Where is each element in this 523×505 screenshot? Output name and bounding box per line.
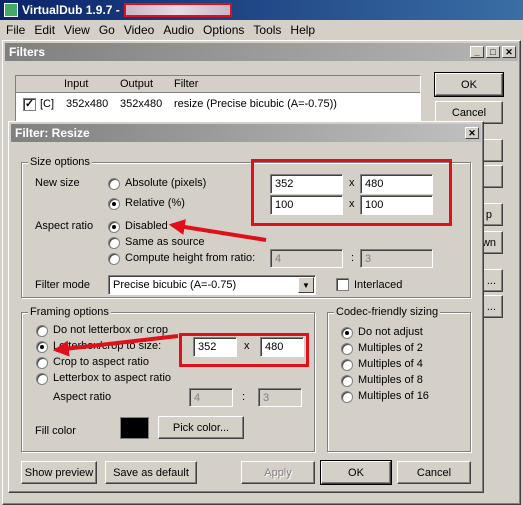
codec-option-radio[interactable] — [341, 391, 353, 403]
menu-file[interactable]: File — [6, 23, 25, 37]
disabled-label[interactable]: Disabled — [125, 220, 168, 232]
filter-output-size: 352x480 — [120, 98, 163, 110]
disabled-radio[interactable] — [108, 221, 120, 233]
interlaced-label[interactable]: Interlaced — [354, 279, 402, 291]
fill-color-swatch[interactable] — [120, 417, 149, 439]
relative-radio[interactable] — [108, 198, 120, 210]
relative-label[interactable]: Relative (%) — [125, 197, 185, 209]
filters-title: Filters — [9, 45, 46, 59]
filter-name: resize (Precise bicubic (A=-0.75)) — [174, 98, 337, 110]
ratio-a-field[interactable]: 4 — [270, 249, 343, 268]
absolute-radio[interactable] — [108, 178, 120, 190]
codec-sizing-group: Codec-friendly sizing Do not adjust Mult… — [327, 306, 471, 452]
apply-button[interactable]: Apply — [241, 461, 315, 484]
filter-input-size: 352x480 — [66, 98, 109, 110]
menu-go[interactable]: Go — [99, 23, 115, 37]
framing-aspect-a-field[interactable]: 4 — [189, 388, 233, 407]
menu-tools[interactable]: Tools — [253, 23, 281, 37]
highlight-size-fields — [251, 159, 452, 226]
framing-colon: : — [242, 391, 246, 403]
filter-mode-value: Precise bicubic (A=-0.75) — [113, 279, 237, 291]
same-as-source-radio[interactable] — [108, 237, 120, 249]
codec-option-label[interactable]: Multiples of 2 — [358, 342, 423, 354]
highlight-framing-fields — [179, 333, 309, 367]
codec-option-label[interactable]: Multiples of 16 — [358, 390, 429, 402]
minimize-icon[interactable]: _ — [470, 46, 484, 58]
menu-options[interactable]: Options — [203, 23, 244, 37]
chevron-down-icon[interactable]: ▼ — [298, 277, 314, 293]
main-titlebar: VirtualDub 1.9.7 - — [0, 0, 523, 20]
compute-height-radio[interactable] — [108, 253, 120, 265]
letterbox-crop-label[interactable]: Letterbox/crop to size: — [53, 340, 161, 352]
codec-option-radio[interactable] — [341, 359, 353, 371]
menu-view[interactable]: View — [64, 23, 90, 37]
codec-option-label[interactable]: Multiples of 8 — [358, 374, 423, 386]
cancel-button[interactable]: Cancel — [397, 461, 471, 484]
maximize-icon[interactable]: □ — [486, 46, 500, 58]
main-title: VirtualDub 1.9.7 - — [22, 3, 120, 17]
framing-aspect-b-field[interactable]: 3 — [258, 388, 302, 407]
filters-titlebar: Filters _ □ ✕ — [5, 43, 518, 61]
compute-height-label[interactable]: Compute height from ratio: — [125, 252, 255, 264]
ratio-colon: : — [351, 252, 355, 264]
absolute-label[interactable]: Absolute (pixels) — [125, 177, 206, 189]
ok-button[interactable]: OK — [320, 460, 392, 485]
codec-option-radio[interactable] — [341, 327, 353, 339]
close-icon[interactable]: ✕ — [502, 46, 516, 58]
fill-color-label: Fill color — [35, 425, 76, 437]
letterbox-crop-radio[interactable] — [36, 341, 48, 353]
filters-ok-button[interactable]: OK — [434, 72, 504, 97]
show-preview-button[interactable]: Show preview — [21, 461, 97, 484]
codec-option-radio[interactable] — [341, 375, 353, 387]
no-letterbox-radio[interactable] — [36, 325, 48, 337]
framing-options-title: Framing options — [28, 306, 111, 318]
filter-flags: [C] — [40, 98, 55, 110]
col-header-input[interactable]: Input — [64, 78, 88, 90]
app-icon — [4, 3, 18, 17]
aspect-ratio-label: Aspect ratio — [35, 220, 94, 232]
ratio-b-field[interactable]: 3 — [360, 249, 433, 268]
col-header-filter[interactable]: Filter — [174, 78, 198, 90]
resize-title: Filter: Resize — [15, 126, 90, 140]
new-size-label: New size — [35, 177, 80, 189]
filter-enabled-checkbox[interactable]: ✓ — [23, 98, 36, 111]
redacted-filename — [123, 3, 232, 17]
menu-edit[interactable]: Edit — [34, 23, 55, 37]
menu-bar: File Edit View Go Video Audio Options To… — [0, 20, 523, 40]
no-letterbox-label[interactable]: Do not letterbox or crop — [53, 324, 168, 336]
list-header: Input Output Filter — [16, 76, 420, 93]
col-header-output[interactable]: Output — [120, 78, 153, 90]
menu-audio[interactable]: Audio — [163, 23, 194, 37]
resize-titlebar: Filter: Resize ✕ — [11, 124, 481, 142]
codec-option-label[interactable]: Do not adjust — [358, 326, 423, 338]
codec-option-radio[interactable] — [341, 343, 353, 355]
filters-list[interactable]: Input Output Filter ✓ [C] 352x480 352x48… — [15, 75, 421, 123]
crop-aspect-radio[interactable] — [36, 357, 48, 369]
codec-option-label[interactable]: Multiples of 4 — [358, 358, 423, 370]
letterbox-aspect-label[interactable]: Letterbox to aspect ratio — [53, 372, 171, 384]
pick-color-button[interactable]: Pick color... — [158, 416, 244, 439]
crop-aspect-label[interactable]: Crop to aspect ratio — [53, 356, 149, 368]
same-as-source-label[interactable]: Same as source — [125, 236, 204, 248]
dialog-close-icon[interactable]: ✕ — [465, 127, 479, 139]
filter-mode-label: Filter mode — [35, 279, 91, 291]
table-row[interactable]: ✓ [C] 352x480 352x480 resize (Precise bi… — [16, 96, 420, 114]
framing-aspect-label: Aspect ratio — [53, 391, 112, 403]
codec-sizing-title: Codec-friendly sizing — [334, 306, 441, 318]
menu-help[interactable]: Help — [290, 23, 315, 37]
letterbox-aspect-radio[interactable] — [36, 373, 48, 385]
size-options-title: Size options — [28, 156, 92, 168]
save-default-button[interactable]: Save as default — [105, 461, 197, 484]
filter-mode-select[interactable]: Precise bicubic (A=-0.75) ▼ — [108, 275, 316, 295]
interlaced-checkbox[interactable] — [336, 278, 349, 291]
menu-video[interactable]: Video — [124, 23, 154, 37]
